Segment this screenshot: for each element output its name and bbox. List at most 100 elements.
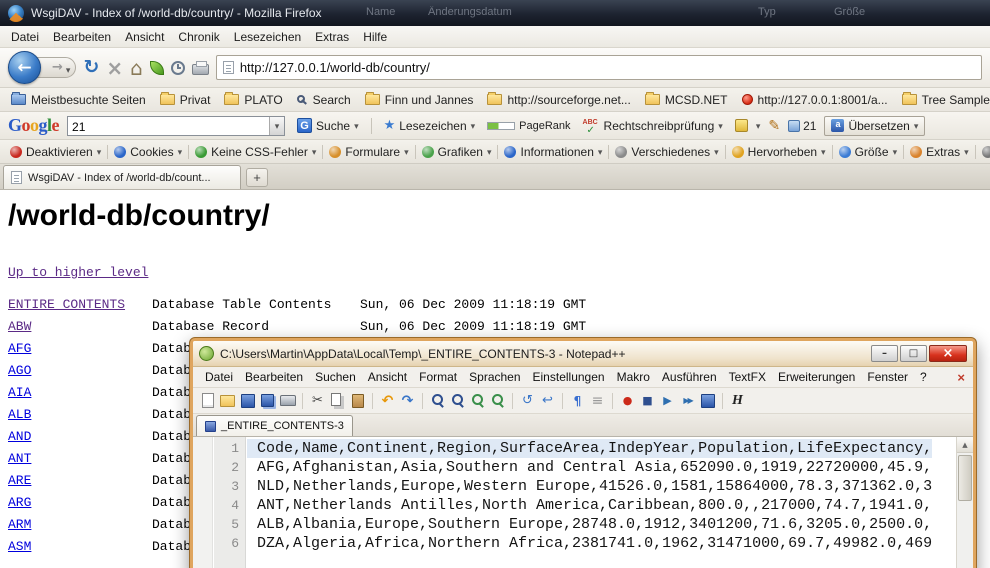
- webdev-verschiedenes[interactable]: Verschiedenes: [609, 145, 724, 159]
- google-search-box[interactable]: 21: [67, 116, 285, 136]
- up-to-higher-level-link[interactable]: Up to higher level: [8, 265, 148, 280]
- notepad-menu-ansicht[interactable]: Ansicht: [362, 368, 413, 386]
- listing-link-entire-contents[interactable]: ENTIRE CONTENTS: [8, 297, 152, 312]
- webdev-hervorheben[interactable]: Hervorheben: [726, 145, 832, 159]
- bookmark-plato[interactable]: PLATO: [217, 93, 289, 107]
- tab-wsgidav[interactable]: WsgiDAV - Index of /world-db/count...: [3, 165, 241, 189]
- google-bookmarks-button[interactable]: Lesezeichen: [380, 116, 480, 135]
- firefox-menu-bearbeiten[interactable]: Bearbeiten: [46, 27, 118, 47]
- guide-icon[interactable]: [589, 392, 606, 409]
- notepad-editor[interactable]: 1Code,Name,Continent,Region,SurfaceArea,…: [193, 437, 973, 568]
- url-text[interactable]: http://127.0.0.1/world-db/country/: [240, 60, 430, 75]
- bookmark-meistbesuchte-seiten[interactable]: Meistbesuchte Seiten: [4, 93, 153, 107]
- webdev-cookies[interactable]: Cookies: [108, 145, 188, 159]
- page-icon[interactable]: [199, 392, 216, 409]
- undo-icon[interactable]: [379, 392, 396, 409]
- listing-link-aia[interactable]: AIA: [8, 385, 152, 400]
- bookmark-tree-samples[interactable]: Tree Samples: [895, 93, 990, 107]
- listing-link-arm[interactable]: ARM: [8, 517, 152, 532]
- floppy-icon[interactable]: [239, 392, 256, 409]
- editor-scrollbar[interactable]: [956, 437, 973, 568]
- firefox-menu-chronik[interactable]: Chronik: [171, 27, 226, 47]
- new-tab-button[interactable]: +: [246, 168, 268, 187]
- webdev-extras[interactable]: Extras: [904, 145, 975, 159]
- notepad-menu-format[interactable]: Format: [413, 368, 463, 386]
- notepad-tab[interactable]: _ENTIRE_CONTENTS-3: [196, 415, 353, 436]
- firefox-menu-ansicht[interactable]: Ansicht: [118, 27, 171, 47]
- notepad-menu-suchen[interactable]: Suchen: [309, 368, 362, 386]
- listing-link-and[interactable]: AND: [8, 429, 152, 444]
- bookmark-search[interactable]: Search: [290, 93, 358, 107]
- floppy-all-icon[interactable]: [259, 392, 276, 409]
- firefox-menu-datei[interactable]: Datei: [4, 27, 46, 47]
- bookmark-http-sourceforge-net[interactable]: http://sourceforge.net...: [480, 93, 637, 107]
- cut-icon[interactable]: [309, 392, 326, 409]
- pilcrow-icon[interactable]: [569, 392, 586, 409]
- wrap-icon[interactable]: [539, 392, 556, 409]
- save-macro-icon[interactable]: [699, 392, 716, 409]
- listing-link-abw[interactable]: ABW: [8, 319, 152, 334]
- firefox-menu-lesezeichen[interactable]: Lesezeichen: [227, 27, 308, 47]
- notepad-titlebar[interactable]: C:\Users\Martin\AppData\Local\Temp\_ENTI…: [193, 341, 973, 367]
- bookmark-finn-und-jannes[interactable]: Finn und Jannes: [358, 93, 481, 107]
- webdev-formulare[interactable]: Formulare: [323, 145, 414, 159]
- google-search-input[interactable]: 21: [68, 117, 269, 135]
- paste-icon[interactable]: [349, 392, 366, 409]
- feather-icon[interactable]: [150, 61, 164, 75]
- back-button[interactable]: [8, 51, 41, 84]
- autofill-icon[interactable]: [735, 119, 748, 132]
- play-multi-icon[interactable]: [679, 392, 696, 409]
- webdev-quelltext[interactable]: Quelltext: [976, 145, 990, 159]
- print-icon[interactable]: [279, 392, 296, 409]
- bookmark-mcsd-net[interactable]: MCSD.NET: [638, 93, 735, 107]
- sync-icon[interactable]: [519, 392, 536, 409]
- listing-link-ago[interactable]: AGO: [8, 363, 152, 378]
- google-search-dropdown[interactable]: [269, 117, 284, 135]
- notepad-menu-ausf-hren[interactable]: Ausführen: [656, 368, 723, 386]
- record-icon[interactable]: [619, 392, 636, 409]
- notepad-menu-help[interactable]: ?: [914, 368, 933, 386]
- dropdown-caret-icon[interactable]: [756, 119, 761, 132]
- scroll-up-icon[interactable]: [957, 437, 973, 453]
- url-bar[interactable]: http://127.0.0.1/world-db/country/: [216, 55, 982, 80]
- listing-link-alb[interactable]: ALB: [8, 407, 152, 422]
- bookmark-privat[interactable]: Privat: [153, 93, 218, 107]
- history-dropdown-icon[interactable]: [66, 60, 71, 76]
- find-icon[interactable]: [429, 392, 446, 409]
- h-icon[interactable]: [729, 392, 746, 409]
- scrollbar-thumb[interactable]: [958, 455, 972, 501]
- zoom-out-icon[interactable]: [489, 392, 506, 409]
- notepad-menu-sprachen[interactable]: Sprachen: [463, 368, 526, 386]
- webdev-gr-e[interactable]: Größe: [833, 145, 904, 159]
- stop-icon[interactable]: [639, 392, 656, 409]
- webdev-informationen[interactable]: Informationen: [498, 145, 608, 159]
- webdev-keine-css-fehler[interactable]: Keine CSS-Fehler: [189, 145, 322, 159]
- listing-link-arg[interactable]: ARG: [8, 495, 152, 510]
- notepad-menu-datei[interactable]: Datei: [199, 368, 239, 386]
- listing-link-ant[interactable]: ANT: [8, 451, 152, 466]
- webdev-grafiken[interactable]: Grafiken: [416, 145, 498, 159]
- bookmark-http-127-0-0-1-8001-a[interactable]: http://127.0.0.1:8001/a...: [735, 93, 895, 107]
- minimize-button[interactable]: [871, 345, 898, 362]
- notepad-menu-bearbeiten[interactable]: Bearbeiten: [239, 368, 309, 386]
- notepad-menu-einstellungen[interactable]: Einstellungen: [527, 368, 611, 386]
- translate-button[interactable]: Übersetzen: [824, 116, 925, 136]
- listing-link-asm[interactable]: ASM: [8, 539, 152, 554]
- google-search-button[interactable]: Suche: [293, 116, 363, 135]
- copy-icon[interactable]: [329, 392, 346, 409]
- listing-link-are[interactable]: ARE: [8, 473, 152, 488]
- notepad-menu-makro[interactable]: Makro: [611, 368, 656, 386]
- notepad-menu-erweiterungen[interactable]: Erweiterungen: [772, 368, 861, 386]
- notepad-menu-fenster[interactable]: Fenster: [861, 368, 914, 386]
- close-document-icon[interactable]: [957, 370, 965, 385]
- spellcheck-button[interactable]: Rechtschreibprüfung: [579, 117, 727, 135]
- listing-link-afg[interactable]: AFG: [8, 341, 152, 356]
- history-clock-icon[interactable]: [171, 61, 185, 75]
- folder-icon[interactable]: [219, 392, 236, 409]
- stop-button[interactable]: [106, 58, 123, 78]
- zoom-in-icon[interactable]: [469, 392, 486, 409]
- find-repl-icon[interactable]: [449, 392, 466, 409]
- redo-icon[interactable]: [399, 392, 416, 409]
- maximize-button[interactable]: [900, 345, 927, 362]
- notepad-menu-textfx[interactable]: TextFX: [723, 368, 772, 386]
